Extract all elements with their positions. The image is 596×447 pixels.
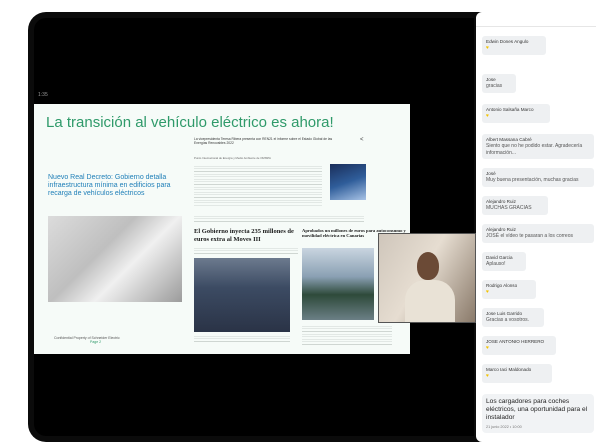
politician-photo bbox=[194, 258, 290, 332]
heart-icon: ♥ bbox=[486, 113, 489, 120]
elapsed-timer: 1:35 bbox=[38, 92, 48, 98]
aprobados-caption bbox=[302, 324, 392, 346]
chat-message: Jose gracias bbox=[482, 74, 516, 93]
chat-panel[interactable]: Edwin Dones Angulo ♥ Jose gracias Antoni… bbox=[476, 12, 596, 442]
chat-message: Antonio Salsaña Marco ♥ bbox=[482, 104, 550, 123]
heart-icon: ♥ bbox=[486, 373, 489, 380]
chat-message: Albert Massana Cabré Siento que no he po… bbox=[482, 134, 594, 160]
solar-lake-image bbox=[302, 248, 374, 320]
chat-header bbox=[476, 12, 596, 27]
chat-text: Muy buena presentación, muchas gracias bbox=[486, 177, 579, 184]
shared-slide: La transición al vehículo eléctrico es a… bbox=[34, 104, 410, 354]
presenter-head bbox=[417, 252, 439, 280]
share-icon: < bbox=[360, 137, 364, 143]
chat-text: Aplauso! bbox=[486, 261, 506, 268]
chat-message: Jose Luis Garrido Gracias a vosotros. bbox=[482, 308, 544, 327]
presenter-webcam[interactable] bbox=[378, 233, 476, 323]
chat-message: Alejandro Ruiz MUCHAS GRACIAS bbox=[482, 196, 548, 215]
chat-final-message: Los cargadores para coches eléctricos, u… bbox=[482, 394, 594, 433]
top-news-meta: Punto Internacional de Energía y Medio A… bbox=[194, 156, 271, 160]
ev-charger-image bbox=[48, 216, 182, 302]
chat-text: Gracias a vosotros. bbox=[486, 317, 530, 324]
heart-icon: ♥ bbox=[486, 45, 489, 52]
chat-message: Marco Iaci Maldonado ♥ bbox=[482, 364, 552, 383]
chat-author: JOSE ANTONIO HERRERO bbox=[486, 339, 545, 344]
chat-text: gracias bbox=[486, 83, 503, 90]
chat-text: JOSÉ el vídeo te pasaran a los correos bbox=[486, 233, 573, 240]
chat-message: JOSE ANTONIO HERRERO ♥ bbox=[482, 336, 556, 355]
chat-message: David Garcia Aplauso! bbox=[482, 252, 526, 271]
slide-footer-page: Page 2 bbox=[90, 340, 102, 344]
chat-text: MUCHAS GRACIAS bbox=[486, 205, 532, 212]
politician-photo-caption bbox=[194, 334, 290, 344]
headline-gobierno: El Gobierno inyecta 235 millones de euro… bbox=[194, 228, 294, 243]
chat-message: Edwin Dones Angulo ♥ bbox=[482, 36, 546, 55]
presenter-body bbox=[405, 280, 455, 322]
report-thumbnail-image bbox=[330, 164, 366, 200]
chat-message: Rodrigo Alonso ♥ bbox=[482, 280, 536, 299]
chat-text: Siento que no he podido estar. Agradecer… bbox=[486, 143, 583, 156]
headline-gobierno-snippet bbox=[194, 246, 298, 256]
heart-icon: ♥ bbox=[486, 289, 489, 296]
heart-icon: ♥ bbox=[486, 345, 489, 352]
chat-message: José Muy buena presentación, muchas grac… bbox=[482, 168, 594, 187]
left-news-subtitle: Nuevo Real Decreto: Gobierno detalla inf… bbox=[48, 174, 171, 197]
chat-message: Alejandro Ruiz JOSÉ el vídeo te pasaran … bbox=[482, 224, 594, 243]
slide-footer-confidential: Confidential Property of Schneider Elect… bbox=[54, 336, 120, 340]
slide-title: La transición al vehículo eléctrico es a… bbox=[46, 114, 334, 131]
top-news-body bbox=[194, 164, 322, 206]
top-news-footer-lines bbox=[194, 214, 364, 222]
chat-final-text: Los cargadores para coches eléctricos, u… bbox=[486, 398, 588, 422]
chat-final-time: 21 junio 2022 • 10:00 bbox=[486, 424, 522, 429]
top-news-title: La vicepresidenta Teresa Ribera presenta… bbox=[194, 137, 333, 146]
